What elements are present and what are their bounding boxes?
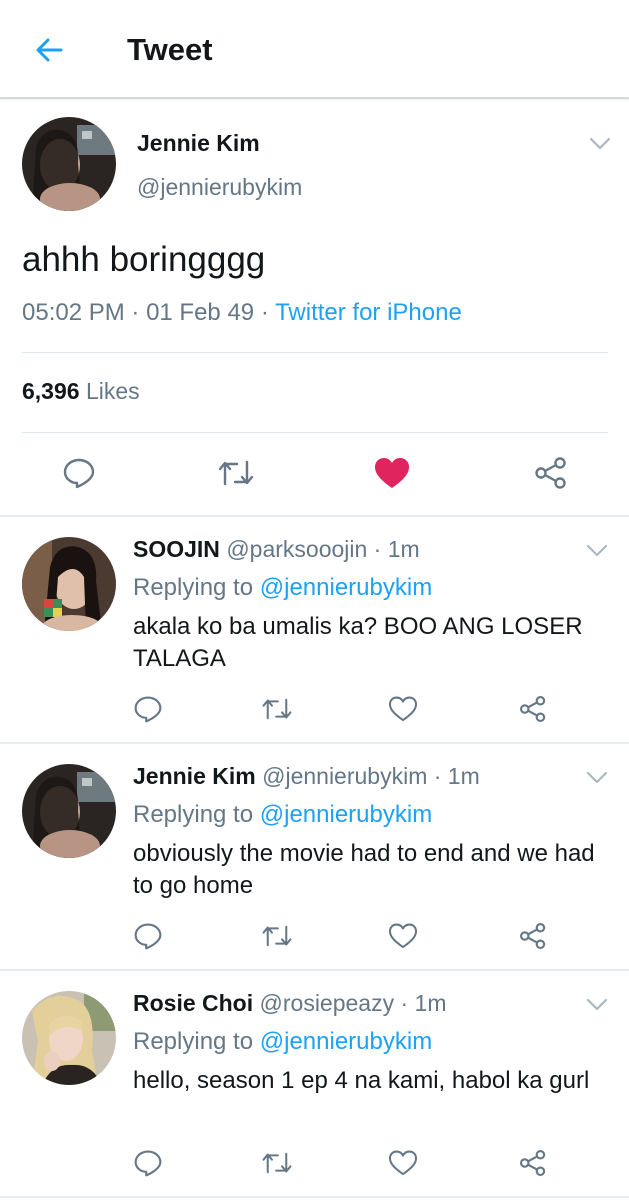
like-button[interactable] [386, 1146, 420, 1180]
reply-header: SOOJIN @parksooojin · 1m [133, 536, 420, 563]
page-title: Tweet [127, 32, 213, 67]
author-handle[interactable]: @parksooojin [226, 536, 367, 562]
author-name[interactable]: Jennie Kim [133, 763, 256, 789]
author-handle[interactable]: @jennierubykim [137, 174, 302, 201]
reply-text: akala ko ba umalis ka? BOO ANG LOSER TAL… [133, 613, 583, 672]
top-app-bar: Tweet [0, 0, 629, 99]
share-icon [519, 1149, 546, 1177]
reply-icon [63, 458, 95, 489]
replying-to: Replying to @jennierubykim [133, 574, 432, 602]
retweet-button[interactable] [216, 453, 256, 493]
back-button[interactable] [28, 28, 72, 72]
avatar[interactable] [22, 537, 116, 631]
reply-button[interactable] [131, 919, 165, 953]
author-name[interactable]: SOOJIN [133, 536, 220, 562]
share-icon [519, 695, 546, 723]
replying-to: Replying to @jennierubykim [133, 801, 432, 829]
author-handle[interactable]: @jennierubykim [262, 763, 427, 789]
avatar[interactable] [22, 117, 116, 211]
avatar[interactable] [22, 764, 116, 858]
reply-time: · 1m [394, 990, 447, 1016]
reply-tweet[interactable]: Rosie Choi @rosiepeazy · 1m Replying to … [0, 971, 629, 1198]
reply-button[interactable] [59, 453, 99, 493]
meta-separator: · [124, 299, 147, 326]
chevron-down-icon[interactable] [586, 771, 608, 785]
likes-number: 6,396 [22, 378, 80, 404]
author-handle[interactable]: @rosiepeazy [260, 990, 395, 1016]
like-button[interactable] [386, 692, 420, 726]
reply-button[interactable] [131, 692, 165, 726]
author-name[interactable]: Jennie Kim [137, 130, 260, 157]
share-button[interactable] [516, 1146, 550, 1180]
reply-icon [134, 923, 162, 950]
replying-to-link[interactable]: @jennierubykim [260, 801, 432, 828]
reply-text: hello, season 1 ep 4 na kami, habol ka g… [133, 1067, 590, 1094]
divider [22, 432, 608, 433]
reply-time: · 1m [367, 536, 420, 562]
tweet-time: 05:02 PM [22, 299, 125, 326]
heart-outline-icon [388, 923, 418, 949]
share-button[interactable] [531, 453, 571, 493]
retweet-icon [262, 1152, 292, 1174]
share-icon [519, 922, 546, 950]
main-tweet: Jennie Kim @jennierubykim ahhh boringggg… [0, 100, 629, 517]
author-name[interactable]: Rosie Choi [133, 990, 253, 1016]
retweet-icon [262, 698, 292, 720]
reply-tweet[interactable]: SOOJIN @parksooojin · 1m Replying to @je… [0, 517, 629, 744]
chevron-down-icon[interactable] [586, 998, 608, 1012]
likes-count[interactable]: 6,396 Likes [22, 378, 140, 405]
share-button[interactable] [516, 919, 550, 953]
replying-label: Replying to [133, 574, 254, 601]
chevron-down-icon[interactable] [586, 544, 608, 558]
avatar[interactable] [22, 991, 116, 1085]
tweet-text: ahhh boringggg [22, 240, 266, 279]
tweet-date: 01 Feb 49 [146, 299, 255, 326]
replying-to-link[interactable]: @jennierubykim [260, 574, 432, 601]
retweet-button[interactable] [260, 692, 294, 726]
replying-to: Replying to @jennierubykim [133, 1028, 432, 1056]
reply-header: Rosie Choi @rosiepeazy · 1m [133, 990, 446, 1017]
heart-outline-icon [388, 696, 418, 722]
reply-tweet[interactable]: Jennie Kim @jennierubykim · 1m Replying … [0, 744, 629, 971]
heart-filled-icon [375, 458, 409, 488]
replying-label: Replying to [133, 1028, 254, 1055]
retweet-icon [262, 925, 292, 947]
reply-button[interactable] [131, 1146, 165, 1180]
likes-label: Likes [85, 378, 140, 404]
heart-outline-icon [388, 1150, 418, 1176]
reply-header: Jennie Kim @jennierubykim · 1m [133, 763, 480, 790]
chevron-down-icon[interactable] [589, 137, 611, 151]
retweet-icon [218, 460, 254, 486]
reply-time: · 1m [427, 763, 480, 789]
reply-icon [134, 696, 162, 723]
tweet-source-link[interactable]: Twitter for iPhone [275, 299, 462, 326]
share-button[interactable] [516, 692, 550, 726]
share-icon [535, 457, 566, 489]
meta-separator: · [254, 299, 276, 326]
divider [22, 352, 608, 353]
like-button[interactable] [386, 919, 420, 953]
arrow-left-icon [36, 38, 63, 62]
like-button[interactable] [372, 453, 412, 493]
retweet-button[interactable] [260, 919, 294, 953]
replying-to-link[interactable]: @jennierubykim [260, 1028, 432, 1055]
reply-text: obviously the movie had to end and we ha… [133, 840, 595, 899]
replying-label: Replying to [133, 801, 254, 828]
retweet-button[interactable] [260, 1146, 294, 1180]
tweet-meta: 05:02 PM · 01 Feb 49 · Twitter for iPhon… [22, 299, 462, 327]
reply-icon [134, 1150, 162, 1177]
